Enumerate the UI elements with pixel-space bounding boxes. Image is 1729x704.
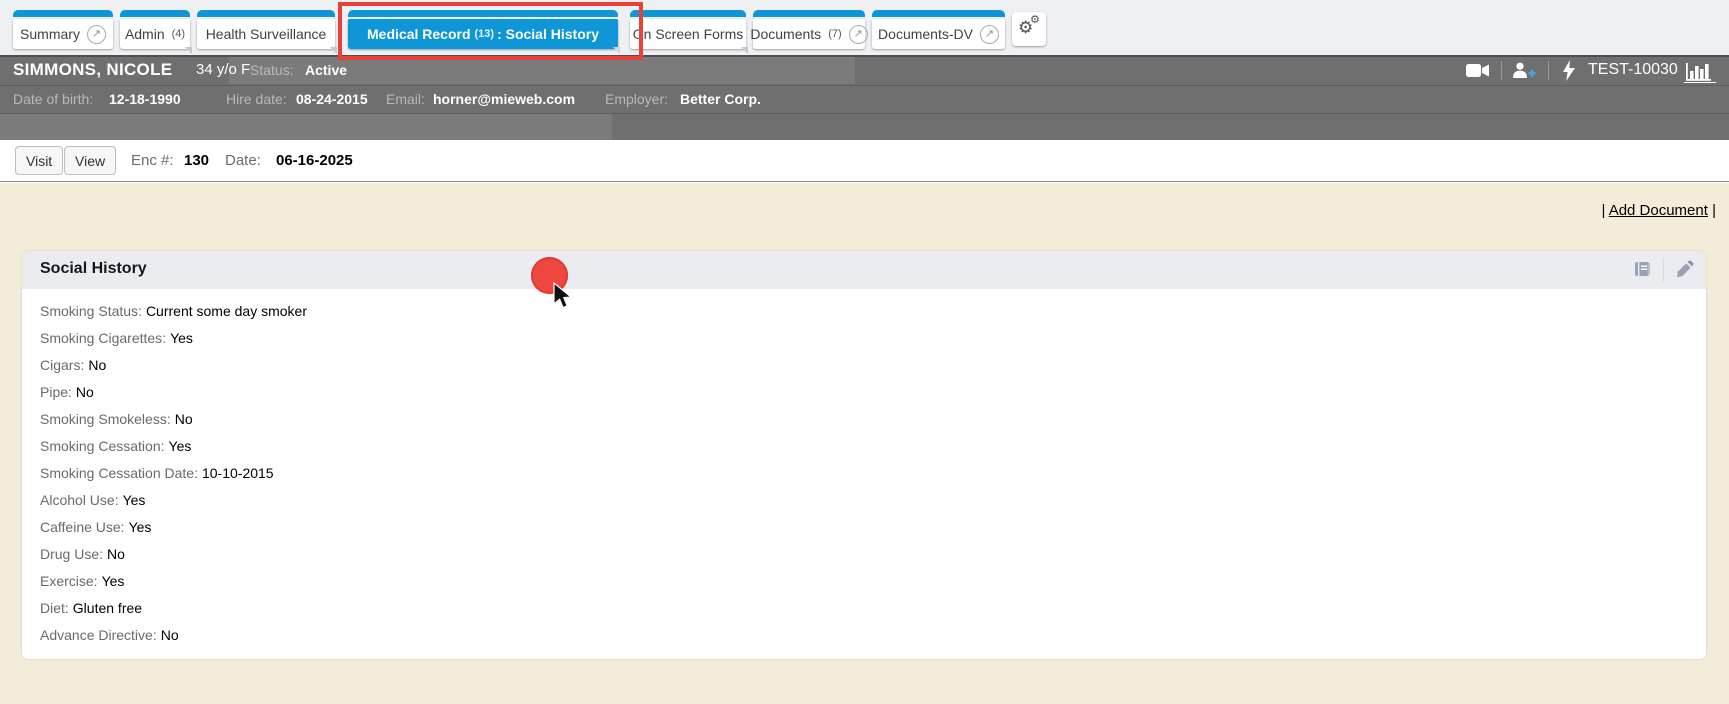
tab-label: Summary (20, 26, 80, 42)
tab-documents-dv[interactable]: Documents-DV ↗ (872, 10, 1005, 49)
tab-count: (13) (474, 28, 495, 40)
tab-top-accent (753, 10, 865, 17)
field-diet: Diet: Gluten free (40, 600, 143, 616)
field-smoking-smokeless: Smoking Smokeless: No (40, 411, 193, 427)
app-window: Summary ↗ Admin (4) Health Surveillance … (0, 0, 1729, 704)
employer-value: Better Corp. (680, 91, 761, 107)
tab-on-screen-forms[interactable]: On Screen Forms (630, 10, 748, 54)
dropdown-fold-icon (330, 47, 337, 54)
dropdown-fold-icon (741, 47, 748, 54)
status-label: Status: (250, 62, 294, 78)
tab-settings-button[interactable]: ⚙ ⚙ (1012, 12, 1046, 46)
tab-label: Documents-DV (878, 26, 973, 42)
tab-health-surveillance[interactable]: Health Surveillance (197, 10, 337, 54)
pencil-icon[interactable] (1674, 260, 1694, 280)
hire-date-value: 08-24-2015 (296, 91, 368, 107)
email-label: Email: (386, 91, 425, 107)
chart-tab-bar: Summary ↗ Admin (4) Health Surveillance … (0, 0, 1729, 57)
add-person-icon[interactable] (1512, 62, 1536, 84)
tab-top-accent (197, 10, 335, 17)
tab-sublabel: : Social History (497, 26, 599, 42)
field-smoking-cessation-date: Smoking Cessation Date: 10-10-2015 (40, 465, 274, 481)
bar-chart-icon[interactable] (1684, 59, 1716, 88)
visit-button[interactable]: Visit (15, 146, 64, 175)
hire-date-label: Hire date: (226, 91, 287, 107)
add-document-bar: | Add Document | (1601, 202, 1716, 219)
view-button[interactable]: View (64, 146, 117, 175)
field-exercise: Exercise: Yes (40, 573, 125, 589)
patient-header: SIMMONS, NICOLE 34 y/o F Status: Active … (0, 57, 1729, 141)
tab-label: Medical Record (367, 26, 471, 42)
main-content-area: | Add Document | Social History Smoking … (0, 183, 1729, 704)
tab-summary[interactable]: Summary ↗ (13, 10, 113, 49)
enc-date-value: 06-16-2025 (276, 152, 353, 169)
field-cigars: Cigars: No (40, 357, 107, 373)
header-highlight-box (0, 114, 612, 141)
tab-medical-record-active[interactable]: Medical Record (13) : Social History (348, 10, 620, 54)
field-advance-directive: Advance Directive: No (40, 627, 179, 643)
tab-label: Health Surveillance (205, 26, 327, 42)
patient-header-row-1: SIMMONS, NICOLE 34 y/o F Status: Active … (0, 57, 1729, 84)
external-link-icon[interactable]: ↗ (86, 24, 106, 44)
tab-top-accent (13, 10, 113, 17)
dropdown-fold-icon (185, 47, 192, 54)
tab-label: Admin (124, 26, 165, 42)
lightning-icon[interactable] (1563, 60, 1575, 86)
tab-count: (4) (171, 28, 186, 40)
chart-id: TEST-10030 (1588, 61, 1678, 78)
external-link-icon[interactable]: ↗ (979, 24, 999, 44)
dob-label: Date of birth: (13, 91, 94, 107)
status-value: Active (305, 62, 348, 78)
dob-value: 12-18-1990 (109, 91, 181, 107)
social-history-fields: Smoking Status: Current some day smoker S… (22, 289, 1706, 659)
employer-label: Employer: (605, 91, 669, 107)
enc-number-value: 130 (184, 152, 210, 169)
tab-count: (7) (828, 28, 842, 40)
field-smoking-status: Smoking Status: Current some day smoker (40, 303, 307, 319)
separator: | (1601, 202, 1606, 219)
encounter-bar: Visit View Enc #: 130 Date: 06-16-2025 (0, 140, 1729, 182)
patient-header-row-3 (0, 113, 1729, 141)
tab-label: Documents (750, 26, 822, 42)
field-alcohol-use: Alcohol Use: Yes (40, 492, 146, 508)
tab-admin[interactable]: Admin (4) (120, 10, 192, 54)
tab-top-accent (120, 10, 190, 17)
tab-label: On Screen Forms (632, 26, 744, 42)
add-document-link[interactable]: Add Document (1609, 202, 1708, 219)
field-smoking-cigarettes: Smoking Cigarettes: Yes (40, 330, 193, 346)
patient-age-sex: 34 y/o F (196, 61, 251, 78)
social-history-panel: Social History Smoking Status: Current s… (22, 251, 1706, 659)
gears-icon: ⚙ (1030, 14, 1040, 26)
external-link-icon[interactable]: ↗ (848, 24, 868, 44)
field-smoking-cessation: Smoking Cessation: Yes (40, 438, 192, 454)
field-caffeine-use: Caffeine Use: Yes (40, 519, 152, 535)
tab-top-accent (630, 10, 746, 17)
book-icon[interactable] (1633, 260, 1653, 280)
separator: | (1712, 202, 1716, 219)
tab-top-accent (872, 10, 1005, 17)
panel-title: Social History (40, 260, 147, 277)
patient-header-row-2: Date of birth: 12-18-1990 Hire date: 08-… (0, 85, 1729, 112)
field-pipe: Pipe: No (40, 384, 94, 400)
email-value: horner@mieweb.com (433, 91, 576, 107)
tab-documents[interactable]: Documents (7) ↗ (750, 10, 868, 49)
field-drug-use: Drug Use: No (40, 546, 125, 562)
tab-top-accent (348, 10, 618, 17)
icon-divider (1663, 258, 1664, 282)
enc-date-label: Date: (225, 152, 261, 169)
dropdown-fold-icon (613, 47, 620, 54)
patient-name: SIMMONS, NICOLE (13, 60, 173, 79)
enc-number-label: Enc #: (131, 152, 174, 169)
video-camera-icon[interactable] (1466, 63, 1490, 83)
social-history-panel-header: Social History (22, 251, 1706, 289)
